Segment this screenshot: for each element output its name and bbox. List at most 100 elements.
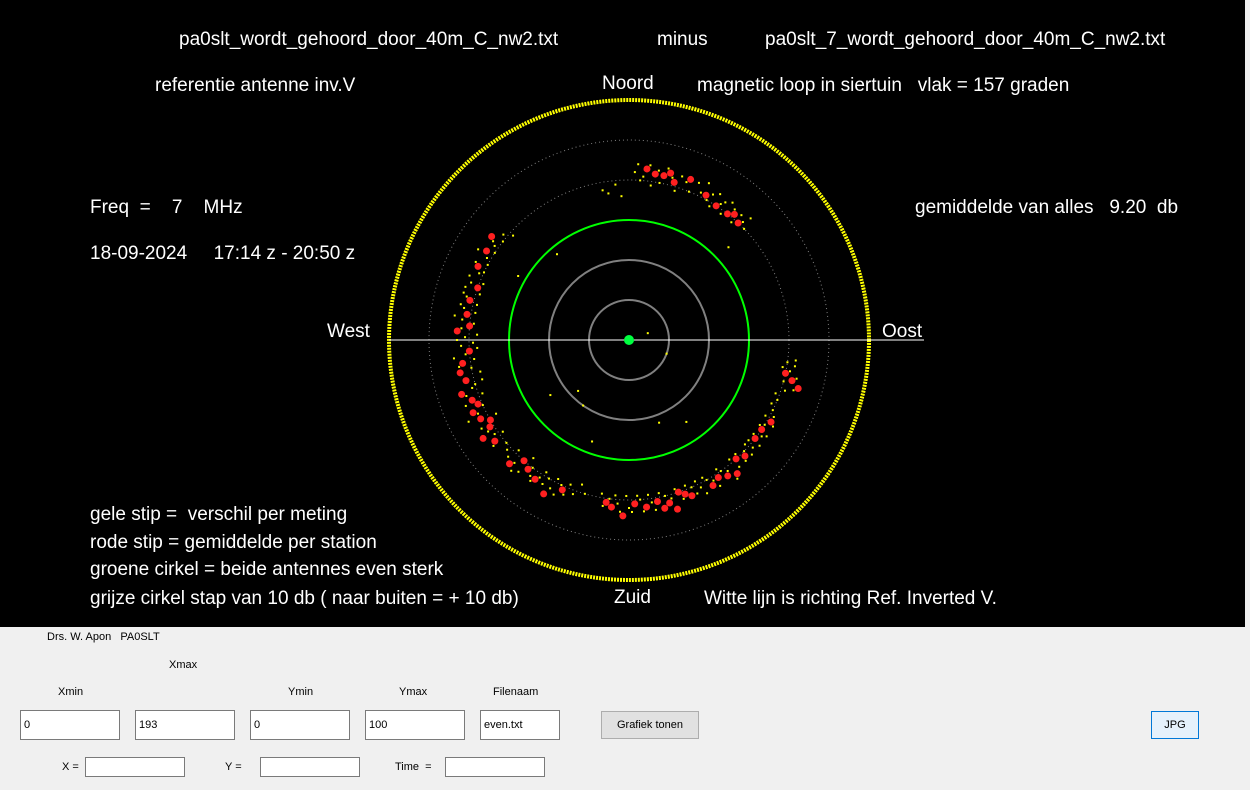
yellow-point (481, 378, 484, 381)
yellow-point (600, 492, 603, 495)
yellow-point (485, 257, 488, 259)
yellow-point (727, 246, 730, 249)
yellow-point (470, 281, 473, 284)
red-point (733, 470, 741, 478)
yellow-point (751, 446, 754, 449)
loop-description-label: magnetic loop in siertuin vlak = 157 gra… (697, 75, 1070, 96)
jpg-button[interactable]: JPG (1151, 711, 1199, 739)
yellow-point (649, 184, 652, 187)
yellow-point (699, 486, 702, 489)
yellow-point (492, 444, 495, 447)
yellow-point (557, 477, 560, 480)
yellow-point (772, 425, 775, 428)
yellow-point (719, 470, 722, 473)
y-input[interactable] (260, 757, 360, 777)
yellow-point (614, 183, 617, 186)
yellow-point (464, 404, 467, 407)
yellow-point (581, 483, 584, 486)
yellow-point (770, 402, 773, 405)
north-label: Noord (602, 73, 654, 94)
yellow-point (549, 487, 552, 490)
yellow-point (705, 478, 708, 481)
yellow-point (473, 358, 476, 361)
red-point (661, 504, 669, 512)
yellow-point (741, 221, 744, 224)
yellow-point (462, 291, 465, 294)
yellow-point (788, 370, 791, 373)
yellow-point (577, 389, 580, 392)
yellow-point (562, 493, 565, 496)
red-point (474, 284, 482, 292)
yellow-point (646, 332, 649, 335)
yellow-point (682, 497, 685, 500)
yellow-point (647, 493, 650, 496)
yellow-point (715, 468, 718, 471)
red-point (474, 262, 482, 270)
yellow-point (654, 508, 657, 511)
yellow-point (472, 341, 475, 344)
red-point (788, 377, 796, 385)
yellow-point (479, 370, 482, 373)
yellow-point (743, 227, 746, 230)
ymax-input[interactable] (365, 710, 465, 740)
yellow-point (512, 234, 515, 237)
yellow-point (781, 366, 784, 369)
yellow-point (744, 459, 747, 462)
yellow-point (538, 476, 541, 479)
yellow-point (452, 357, 455, 360)
yellow-point (657, 169, 660, 172)
yellow-point (474, 260, 477, 263)
filename-input[interactable] (480, 710, 560, 740)
xmin-input[interactable] (20, 710, 120, 740)
yellow-point (667, 167, 670, 170)
yellow-point (707, 182, 710, 185)
ymin-input[interactable] (250, 710, 350, 740)
red-point (458, 390, 466, 398)
yellow-point (505, 441, 508, 444)
red-point (474, 400, 482, 408)
xmax-input[interactable] (135, 710, 235, 740)
red-point (486, 423, 494, 431)
red-point (466, 296, 474, 304)
yellow-point (687, 190, 690, 193)
yellow-point (583, 492, 586, 495)
yellow-point (774, 392, 777, 395)
west-label: West (327, 321, 370, 342)
yellow-point (495, 412, 498, 415)
yellow-point (476, 333, 479, 336)
show-chart-button[interactable]: Grafiek tonen (601, 711, 699, 739)
yellow-point (501, 430, 504, 433)
yellow-point (582, 404, 585, 407)
red-point (730, 210, 738, 218)
yellow-point (601, 504, 604, 507)
yellow-point (631, 510, 634, 513)
yellow-point (487, 430, 490, 433)
yellow-point (549, 394, 552, 397)
yellow-point (493, 244, 496, 247)
yellow-point (786, 361, 789, 364)
x-input[interactable] (85, 757, 185, 777)
time-input[interactable] (445, 757, 545, 777)
red-point (463, 310, 471, 318)
yellow-point (663, 494, 666, 497)
yellow-point (633, 171, 636, 174)
center-dot (624, 335, 634, 345)
yellow-point (464, 353, 467, 356)
yellow-point (608, 497, 611, 500)
red-point (732, 455, 740, 463)
legend-grey: grijze cirkel stap van 10 db ( naar buit… (90, 588, 519, 609)
yellow-point (531, 466, 534, 469)
yellow-point (758, 444, 761, 447)
red-point (479, 434, 487, 442)
yellow-point (513, 461, 516, 464)
red-point (602, 498, 610, 506)
red-point (687, 175, 695, 183)
yellow-point (792, 389, 795, 392)
yellow-point (726, 469, 729, 472)
yellow-point (730, 221, 733, 224)
yellow-point (671, 176, 674, 179)
yellow-point (699, 191, 702, 194)
yellow-point (752, 432, 755, 435)
red-point (643, 503, 651, 511)
red-point (758, 425, 766, 433)
